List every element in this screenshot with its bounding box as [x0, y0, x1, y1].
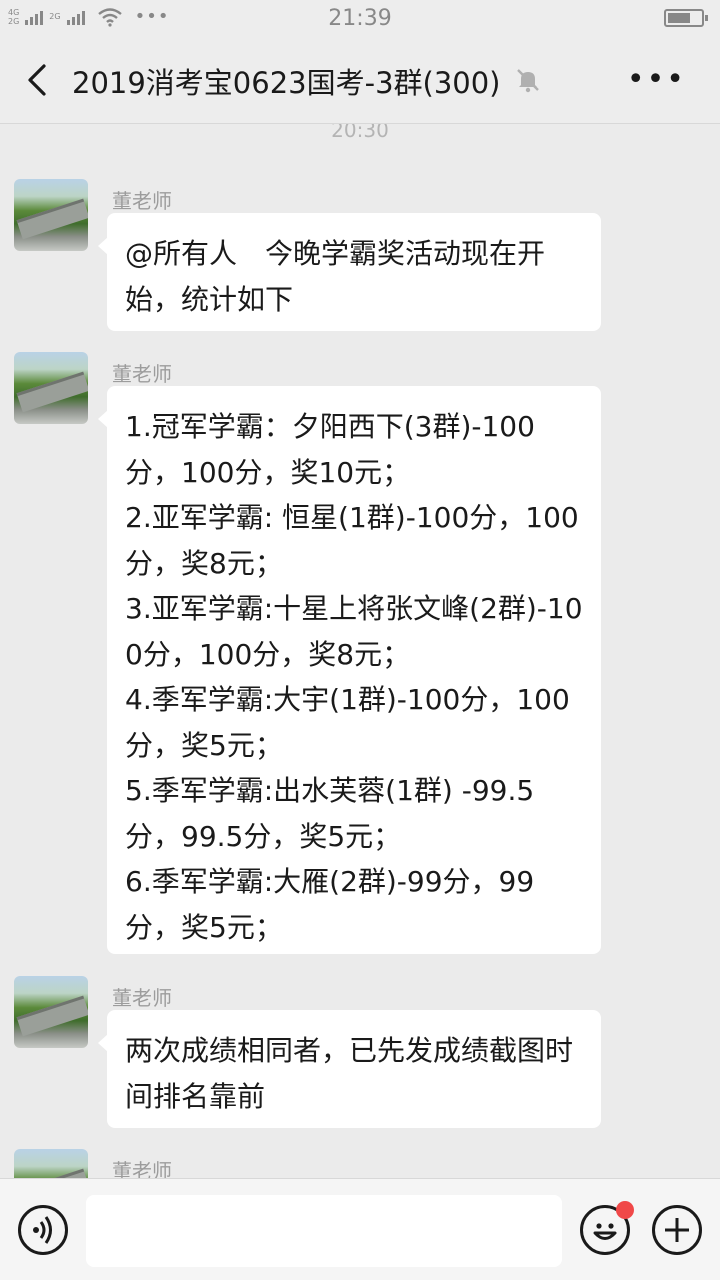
sender-name: 董老师 [112, 1159, 172, 1178]
plus-icon [665, 1218, 689, 1242]
chat-timestamp: 20:30 [331, 124, 389, 142]
sender-name: 董老师 [112, 362, 172, 386]
more-functions-button[interactable] [652, 1205, 702, 1255]
back-arrow-icon[interactable] [20, 60, 60, 100]
chat-message-list[interactable]: 20:30 董老师 @所有人 今晚学霸奖活动现在开始，统计如下 董老师 1.冠军… [0, 124, 720, 1178]
sender-avatar[interactable] [14, 352, 88, 424]
voice-icon [33, 1216, 52, 1244]
message-bubble[interactable]: 两次成绩相同者，已先发成绩截图时间排名靠前 [98, 1010, 601, 1128]
battery-icon [664, 9, 708, 27]
message-input-bar [0, 1178, 720, 1280]
sender-name: 董老师 [112, 986, 172, 1010]
message-bubble[interactable]: 1.冠军学霸：夕阳西下(3群)-100分，100分，奖10元； 2.亚军学霸: … [98, 386, 601, 954]
sender-name: 董老师 [112, 189, 172, 213]
new-badge-dot [616, 1201, 634, 1219]
more-options-button[interactable]: ••• [627, 62, 686, 97]
voice-input-button[interactable] [18, 1205, 68, 1255]
status-bar: 4G 2G 2G ••• 21:39 [0, 0, 720, 36]
message-input[interactable] [86, 1195, 562, 1267]
status-time: 21:39 [328, 6, 392, 31]
chat-header: 2019消考宝0623国考-3群(300) ••• [0, 36, 720, 124]
chat-title: 2019消考宝0623国考-3群(300) [72, 66, 501, 100]
message-bubble[interactable]: @所有人 今晚学霸奖活动现在开始，统计如下 [98, 213, 601, 331]
sender-avatar[interactable] [14, 1149, 88, 1178]
mute-bell-icon [517, 69, 539, 93]
sender-avatar[interactable] [14, 976, 88, 1048]
sender-avatar[interactable] [14, 179, 88, 251]
